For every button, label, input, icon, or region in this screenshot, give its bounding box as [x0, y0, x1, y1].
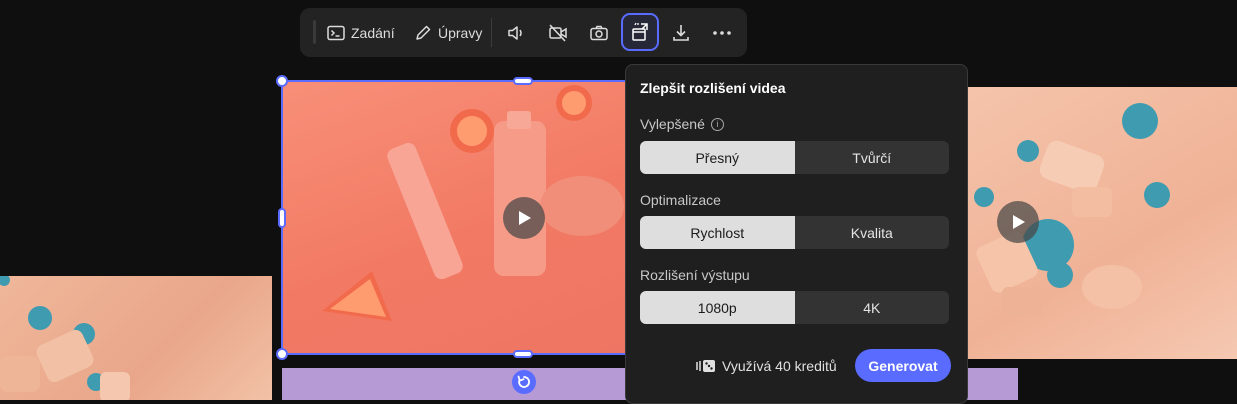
enhanced-label-row: Vylepšené i: [640, 116, 724, 132]
generate-button[interactable]: Generovat: [855, 349, 951, 382]
enhanced-segmented-control: Přesný Tvůrčí: [640, 141, 949, 174]
resize-handle-bottom-left[interactable]: [276, 348, 288, 360]
resolution-label: Rozlišení výstupu: [640, 267, 750, 283]
terminal-icon: [327, 25, 345, 40]
panel-title: Zlepšit rozlišení videa: [640, 80, 786, 96]
credits-icon: [696, 360, 715, 372]
camera-off-icon: [549, 23, 567, 42]
download-icon: [673, 24, 689, 41]
optimization-label: Optimalizace: [640, 192, 721, 208]
more-icon: [713, 30, 731, 35]
edits-button[interactable]: Úpravy: [414, 8, 482, 57]
pencil-icon: [416, 25, 431, 40]
option-speed[interactable]: Rychlost: [640, 216, 795, 249]
selected-video-citrus-cosmetics[interactable]: [282, 81, 628, 354]
download-button[interactable]: [671, 8, 691, 57]
play-icon: [519, 211, 531, 225]
toolbar-divider: [491, 18, 492, 47]
camera-icon: [590, 25, 608, 40]
camera-off-button[interactable]: [548, 8, 568, 57]
credits-info: Využívá 40 kreditů: [696, 358, 837, 374]
play-button[interactable]: [503, 197, 545, 239]
option-precise[interactable]: Přesný: [640, 141, 795, 174]
audio-icon: [508, 25, 522, 40]
option-creative[interactable]: Tvůrčí: [795, 141, 950, 174]
product-illustration: [322, 85, 624, 321]
resize-handle-top[interactable]: [513, 77, 533, 85]
info-icon[interactable]: i: [710, 117, 724, 131]
option-1080p[interactable]: 1080p: [640, 291, 795, 324]
audio-button[interactable]: [507, 8, 527, 57]
snapshot-button[interactable]: [589, 8, 609, 57]
option-quality[interactable]: Kvalita: [795, 216, 950, 249]
thumbnail-pastel-spheres-left[interactable]: [0, 276, 272, 400]
credits-text: Využívá 40 kreditů: [722, 358, 837, 374]
edits-label: Úpravy: [438, 24, 483, 41]
video-toolbar: Zadání Úpravy: [300, 8, 747, 57]
play-button-right[interactable]: [997, 201, 1039, 243]
enhanced-label: Vylepšené: [640, 116, 705, 132]
play-icon: [1013, 215, 1025, 229]
prompt-label: Zadání: [351, 24, 395, 41]
resize-handle-left[interactable]: [278, 208, 286, 228]
upscale-button[interactable]: [621, 13, 659, 51]
toolbar-grip[interactable]: [313, 20, 316, 44]
product-illustration: [0, 276, 130, 400]
rotate-icon: [517, 375, 530, 388]
prompt-button[interactable]: Zadání: [327, 8, 395, 57]
resize-handle-top-left[interactable]: [276, 75, 288, 87]
more-button[interactable]: [712, 8, 732, 57]
optimization-segmented-control: Rychlost Kvalita: [640, 216, 949, 249]
upscale-panel: Zlepšit rozlišení videa Vylepšené i Přes…: [625, 64, 968, 404]
resize-handle-bottom[interactable]: [513, 350, 533, 358]
option-4k[interactable]: 4K: [795, 291, 950, 324]
resolution-segmented-control: 1080p 4K: [640, 291, 949, 324]
upscale-icon: [632, 22, 648, 41]
rotate-button[interactable]: [512, 370, 536, 394]
